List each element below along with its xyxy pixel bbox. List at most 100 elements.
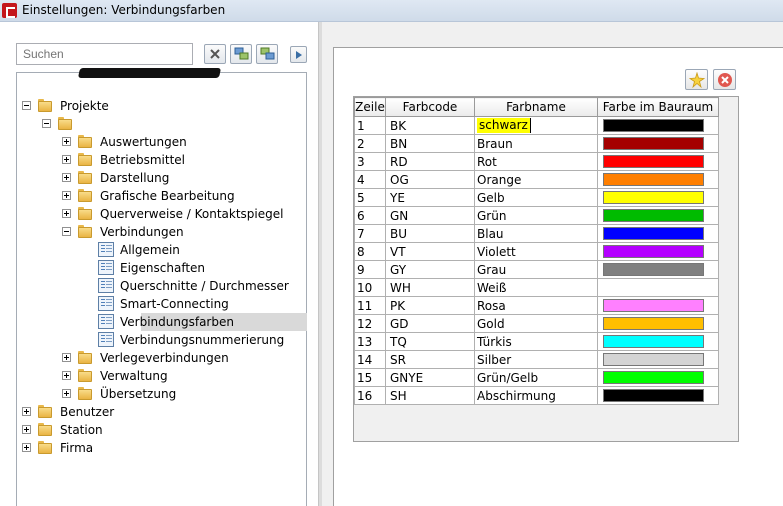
table-row[interactable]: 15 GNYE Grün/Gelb — [354, 368, 719, 387]
color-swatch-cell[interactable] — [597, 350, 719, 369]
column-header-zeile[interactable]: Zeile — [354, 97, 386, 117]
row-number-cell[interactable]: 12 — [354, 314, 386, 333]
color-swatch[interactable] — [603, 119, 704, 132]
color-swatch[interactable] — [603, 281, 704, 294]
color-swatch-cell[interactable] — [597, 260, 719, 279]
color-name-cell[interactable]: Rot — [474, 152, 598, 171]
tree-item[interactable]: Querschnitte / Durchmesser — [81, 277, 307, 295]
table-row[interactable]: 6 GN Grün — [354, 206, 719, 225]
row-number-cell[interactable]: 6 — [354, 206, 386, 225]
row-number-cell[interactable]: 14 — [354, 350, 386, 369]
color-name-cell[interactable]: Gelb — [474, 188, 598, 207]
color-swatch[interactable] — [603, 299, 704, 312]
color-name-cell[interactable]: Grün/Gelb — [474, 368, 598, 387]
table-row[interactable]: 16 SH Abschirmung — [354, 386, 719, 405]
color-swatch-cell[interactable] — [597, 242, 719, 261]
tree-item[interactable]: Allgemein — [81, 241, 307, 259]
color-name-cell[interactable]: Orange — [474, 170, 598, 189]
clear-filter-button[interactable] — [204, 44, 226, 64]
color-code-cell[interactable]: TQ — [385, 332, 475, 351]
color-code-cell[interactable]: RD — [385, 152, 475, 171]
expand-toggle-icon[interactable] — [22, 425, 31, 434]
color-code-cell[interactable]: SH — [385, 386, 475, 405]
table-row[interactable]: 13 TQ Türkis — [354, 332, 719, 351]
table-row[interactable]: 3 RD Rot — [354, 152, 719, 171]
color-swatch[interactable] — [603, 371, 704, 384]
table-row[interactable]: 9 GY Grau — [354, 260, 719, 279]
color-code-cell[interactable]: BK — [385, 116, 475, 135]
search-input[interactable] — [16, 43, 193, 65]
table-row[interactable]: 8 VT Violett — [354, 242, 719, 261]
color-code-cell[interactable]: YE — [385, 188, 475, 207]
row-number-cell[interactable]: 2 — [354, 134, 386, 153]
expand-toggle-icon[interactable] — [62, 137, 71, 146]
color-swatch-cell[interactable] — [597, 332, 719, 351]
tree-item[interactable]: Projekte — [21, 97, 307, 115]
expand-toggle-icon[interactable] — [62, 389, 71, 398]
table-row[interactable]: 12 GD Gold — [354, 314, 719, 333]
collapse-toggle-icon[interactable] — [22, 101, 31, 110]
color-code-cell[interactable]: VT — [385, 242, 475, 261]
collapse-toggle-icon[interactable] — [62, 227, 71, 236]
color-swatch[interactable] — [603, 209, 704, 222]
color-swatch-cell[interactable] — [597, 134, 719, 153]
table-row[interactable]: 11 PK Rosa — [354, 296, 719, 315]
color-name-cell[interactable]: schwarz — [474, 116, 598, 135]
color-name-cell[interactable]: Grün — [474, 206, 598, 225]
new-row-button[interactable] — [685, 69, 708, 90]
color-name-cell[interactable]: Blau — [474, 224, 598, 243]
color-swatch[interactable] — [603, 353, 704, 366]
expand-toggle-icon[interactable] — [62, 191, 71, 200]
color-swatch-cell[interactable] — [597, 206, 719, 225]
color-swatch[interactable] — [603, 191, 704, 204]
row-number-cell[interactable]: 7 — [354, 224, 386, 243]
color-swatch[interactable] — [603, 263, 704, 276]
color-code-cell[interactable]: WH — [385, 278, 475, 297]
color-swatch-cell[interactable] — [597, 152, 719, 171]
color-code-cell[interactable]: GD — [385, 314, 475, 333]
tree-item[interactable]: Auswertungen — [61, 133, 307, 151]
tree-item[interactable]: Benutzer — [21, 403, 307, 421]
run-button[interactable] — [290, 46, 307, 63]
row-number-cell[interactable]: 1 — [354, 116, 386, 135]
tree-item[interactable]: Darstellung — [61, 169, 307, 187]
tree-item[interactable]: Smart-Connecting — [81, 295, 307, 313]
tree-item[interactable]: Grafische Bearbeitung — [61, 187, 307, 205]
color-swatch-cell[interactable] — [597, 224, 719, 243]
expand-toggle-icon[interactable] — [62, 209, 71, 218]
table-row[interactable]: 1 BK schwarz — [354, 116, 719, 135]
table-row[interactable]: 14 SR Silber — [354, 350, 719, 369]
column-header-farbcode[interactable]: Farbcode — [385, 97, 475, 117]
row-number-cell[interactable]: 11 — [354, 296, 386, 315]
color-swatch-cell[interactable] — [597, 314, 719, 333]
tree-item[interactable]: Verlegeverbindungen — [61, 349, 307, 367]
color-name-cell[interactable]: Silber — [474, 350, 598, 369]
color-code-cell[interactable]: GY — [385, 260, 475, 279]
pane-splitter[interactable] — [318, 22, 322, 506]
color-swatch-cell[interactable] — [597, 116, 719, 135]
tree-item[interactable]: Übersetzung — [61, 385, 307, 403]
color-swatch[interactable] — [603, 317, 704, 330]
delete-row-button[interactable] — [713, 69, 736, 90]
expand-toggle-icon[interactable] — [62, 173, 71, 182]
color-code-cell[interactable]: OG — [385, 170, 475, 189]
tree-item[interactable]: Querverweise / Kontaktspiegel — [61, 205, 307, 223]
color-code-cell[interactable]: GN — [385, 206, 475, 225]
row-number-cell[interactable]: 13 — [354, 332, 386, 351]
color-swatch-cell[interactable] — [597, 386, 719, 405]
color-swatch-cell[interactable] — [597, 170, 719, 189]
expand-toggle-icon[interactable] — [62, 353, 71, 362]
tree-item[interactable]: Station — [21, 421, 307, 439]
color-swatch[interactable] — [603, 227, 704, 240]
tree-item[interactable]: Firma — [21, 439, 307, 457]
color-swatch[interactable] — [603, 389, 704, 402]
settings-tree[interactable]: Projekte Auswertungen Betriebsmittel Darste… — [16, 72, 307, 506]
tree-item[interactable]: Verbindungen — [61, 223, 307, 241]
expand-all-button[interactable] — [230, 44, 252, 64]
column-header-farbe-im-bauraum[interactable]: Farbe im Bauraum — [597, 97, 719, 117]
expand-toggle-icon[interactable] — [62, 155, 71, 164]
tree-item[interactable]: Verbindungsfarben — [98, 313, 307, 331]
expand-toggle-icon[interactable] — [62, 371, 71, 380]
collapse-all-button[interactable] — [256, 44, 278, 64]
color-code-cell[interactable]: SR — [385, 350, 475, 369]
